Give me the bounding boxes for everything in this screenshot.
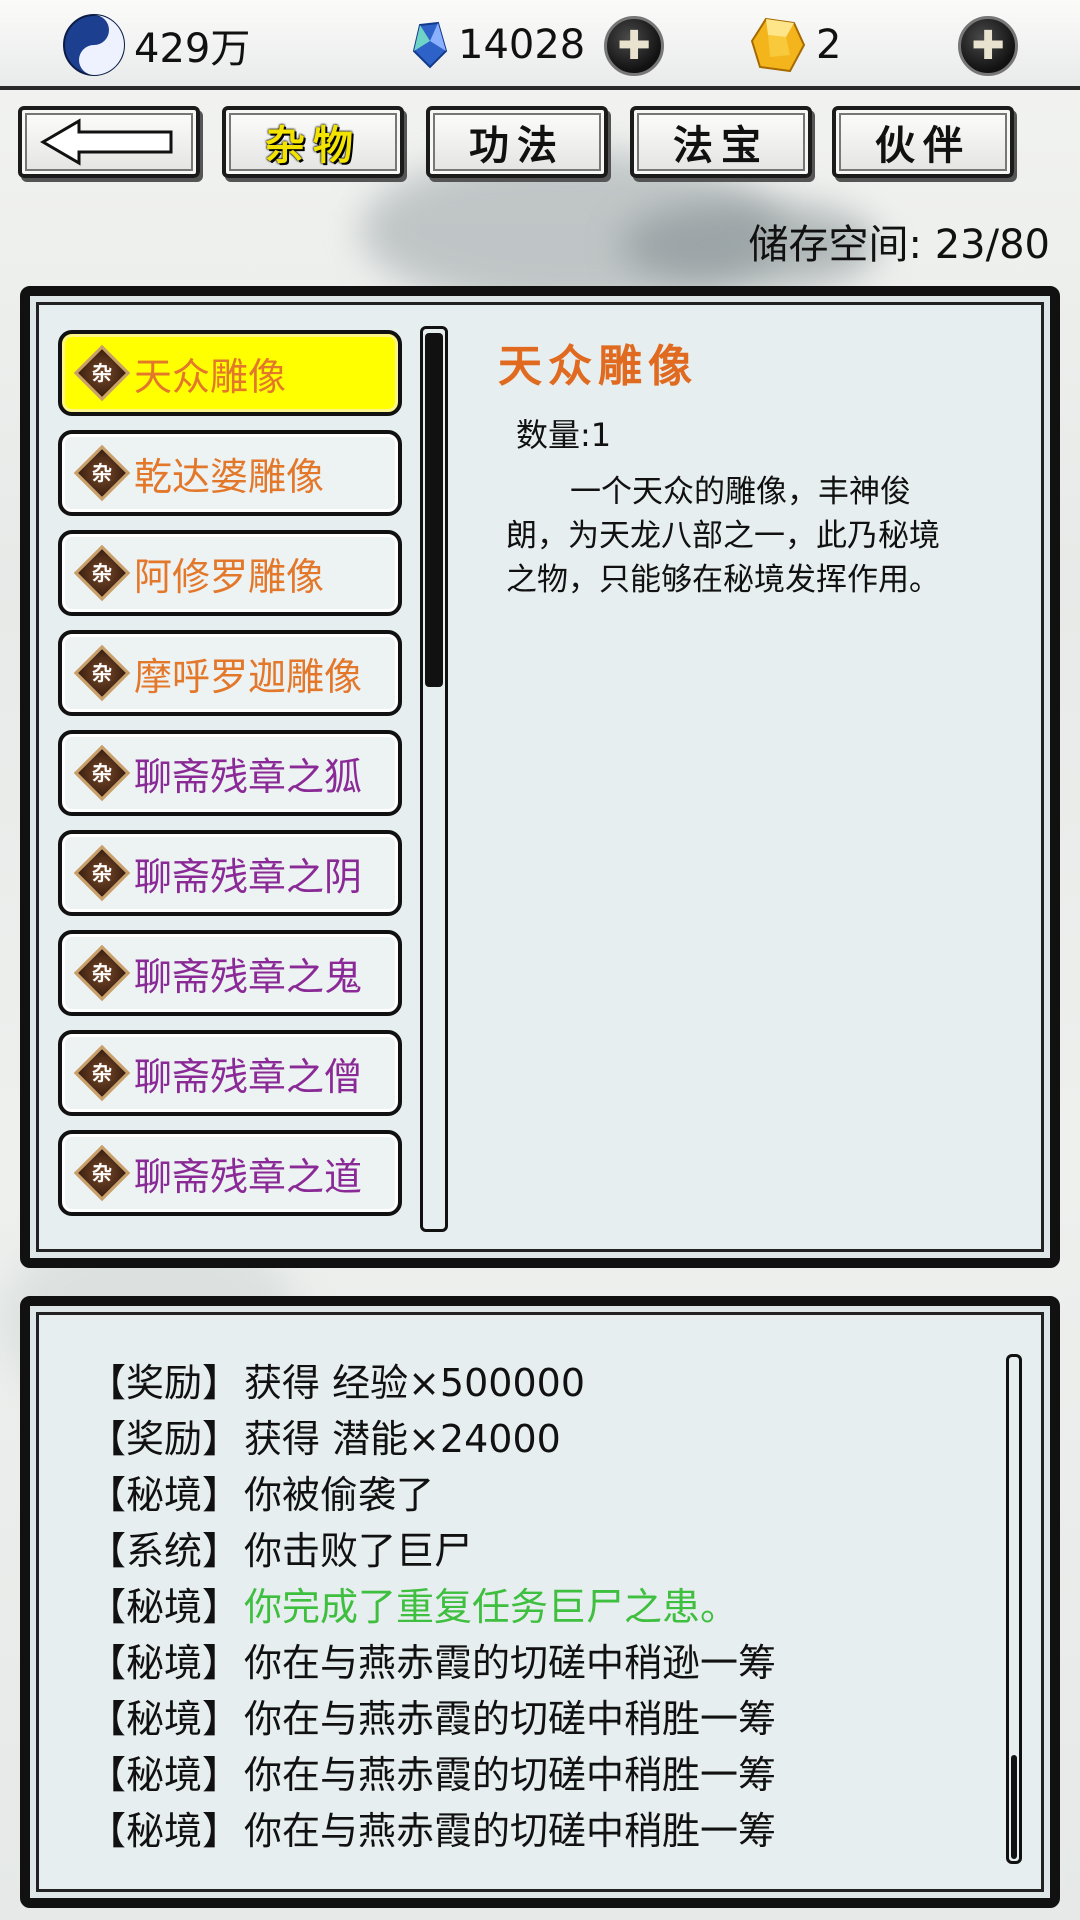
log-text: 获得 潜能×24000: [244, 1417, 561, 1461]
log-entry: 【秘境】 你在与燕赤霞的切磋中稍逊一筹: [88, 1632, 776, 1687]
gold-amount: 2: [816, 22, 842, 68]
add-jade-button[interactable]: ✚: [604, 16, 664, 76]
gold-currency: 2: [748, 14, 841, 76]
blue-crystal-icon: [412, 21, 448, 69]
jade-amount: 14028: [458, 22, 586, 68]
log-tag: 【秘境】: [88, 1473, 241, 1517]
misc-item-icon: 杂: [73, 1044, 131, 1102]
item-name: 摩呼罗迦雕像: [134, 654, 363, 699]
item-name: 乾达婆雕像: [134, 454, 325, 499]
log-entry: 【秘境】 你被偷袭了: [88, 1464, 434, 1519]
item-quantity: 数量:1: [516, 416, 612, 454]
log-tag: 【秘境】: [88, 1585, 241, 1629]
log-text: 获得 经验×500000: [244, 1361, 585, 1405]
tab-treasures[interactable]: 法宝: [630, 106, 812, 178]
yin-yang-icon: [63, 14, 125, 76]
item-name: 聊斋残章之狐: [134, 754, 363, 799]
item-description: 一个天众的雕像，丰神俊朗，为天龙八部之一，此乃秘境之物，只能够在秘境发挥作用。: [506, 474, 940, 598]
scrollbar-thumb[interactable]: [1011, 1755, 1017, 1859]
inventory-item[interactable]: 杂 聊斋残章之狐: [58, 730, 402, 816]
item-name: 聊斋残章之鬼: [134, 954, 363, 999]
item-detail-title: 天众雕像: [498, 341, 698, 392]
inventory-scrollbar[interactable]: [420, 326, 448, 1232]
log-text: 你在与燕赤霞的切磋中稍胜一筹: [244, 1697, 777, 1741]
plus-icon: ✚: [617, 23, 651, 69]
misc-item-icon: 杂: [73, 1144, 131, 1202]
scrollbar-thumb[interactable]: [425, 333, 443, 687]
log-entry: 【系统】 你击败了巨尸: [88, 1520, 472, 1575]
item-name: 天众雕像: [134, 354, 287, 399]
log-text: 你在与燕赤霞的切磋中稍胜一筹: [244, 1809, 777, 1853]
misc-item-icon: 杂: [73, 444, 131, 502]
log-tag: 【秘境】: [88, 1753, 241, 1797]
back-button[interactable]: [18, 106, 200, 178]
inventory-item[interactable]: 杂 乾达婆雕像: [58, 430, 402, 516]
storage-capacity: 储存空间: 23/80: [748, 222, 1050, 268]
misc-item-icon: 杂: [73, 344, 131, 402]
log-entry: 【秘境】 你完成了重复任务巨尸之患。: [88, 1576, 738, 1631]
arrow-left-icon: [40, 118, 173, 166]
misc-item-icon: 杂: [73, 844, 131, 902]
item-name: 聊斋残章之僧: [134, 1054, 363, 1099]
inventory-item[interactable]: 杂 摩呼罗迦雕像: [58, 630, 402, 716]
log-scrollbar[interactable]: [1006, 1354, 1022, 1864]
inventory-item[interactable]: 杂 聊斋残章之阴: [58, 830, 402, 916]
log-text: 你被偷袭了: [244, 1473, 435, 1517]
item-name: 聊斋残章之阴: [134, 854, 363, 899]
log-text: 你击败了巨尸: [244, 1529, 473, 1573]
misc-item-icon: 杂: [73, 544, 131, 602]
silver-currency: 429万: [62, 14, 250, 76]
log-tag: 【奖励】: [88, 1417, 241, 1461]
log-text: 你在与燕赤霞的切磋中稍逊一筹: [244, 1641, 777, 1685]
inventory-item[interactable]: 杂 聊斋残章之道: [58, 1130, 402, 1216]
plus-icon: ✚: [971, 23, 1005, 69]
log-tag: 【秘境】: [88, 1641, 241, 1685]
inventory-item[interactable]: 杂 聊斋残章之僧: [58, 1030, 402, 1116]
log-text: 你在与燕赤霞的切磋中稍胜一筹: [244, 1753, 777, 1797]
misc-item-icon: 杂: [73, 944, 131, 1002]
log-tag: 【系统】: [88, 1529, 241, 1573]
tab-skills[interactable]: 功法: [426, 106, 608, 178]
log-tag: 【奖励】: [88, 1361, 241, 1405]
misc-item-icon: 杂: [73, 744, 131, 802]
inventory-item[interactable]: 杂 聊斋残章之鬼: [58, 930, 402, 1016]
misc-item-icon: 杂: [73, 644, 131, 702]
silver-amount: 429万: [134, 26, 251, 72]
inventory-item[interactable]: 杂 天众雕像: [58, 330, 402, 416]
item-name: 阿修罗雕像: [134, 554, 325, 599]
gold-gem-icon: [750, 17, 806, 73]
log-entry: 【奖励】 获得 潜能×24000: [88, 1408, 561, 1463]
inventory-item[interactable]: 杂 阿修罗雕像: [58, 530, 402, 616]
log-text: 你完成了重复任务巨尸之患。: [244, 1585, 739, 1629]
tab-misc[interactable]: 杂物: [222, 106, 404, 178]
log-entry: 【奖励】 获得 经验×500000: [88, 1352, 585, 1407]
log-tag: 【秘境】: [88, 1809, 241, 1853]
jade-currency: 14028: [410, 14, 585, 76]
add-gold-button[interactable]: ✚: [958, 16, 1018, 76]
log-entry: 【秘境】 你在与燕赤霞的切磋中稍胜一筹: [88, 1800, 776, 1855]
log-entry: 【秘境】 你在与燕赤霞的切磋中稍胜一筹: [88, 1688, 776, 1743]
tab-companions[interactable]: 伙伴: [832, 106, 1014, 178]
item-name: 聊斋残章之道: [134, 1154, 363, 1199]
log-entry: 【秘境】 你在与燕赤霞的切磋中稍胜一筹: [88, 1744, 776, 1799]
currency-bar: 429万 14028 ✚ 2 ✚: [0, 0, 1080, 90]
log-tag: 【秘境】: [88, 1697, 241, 1741]
